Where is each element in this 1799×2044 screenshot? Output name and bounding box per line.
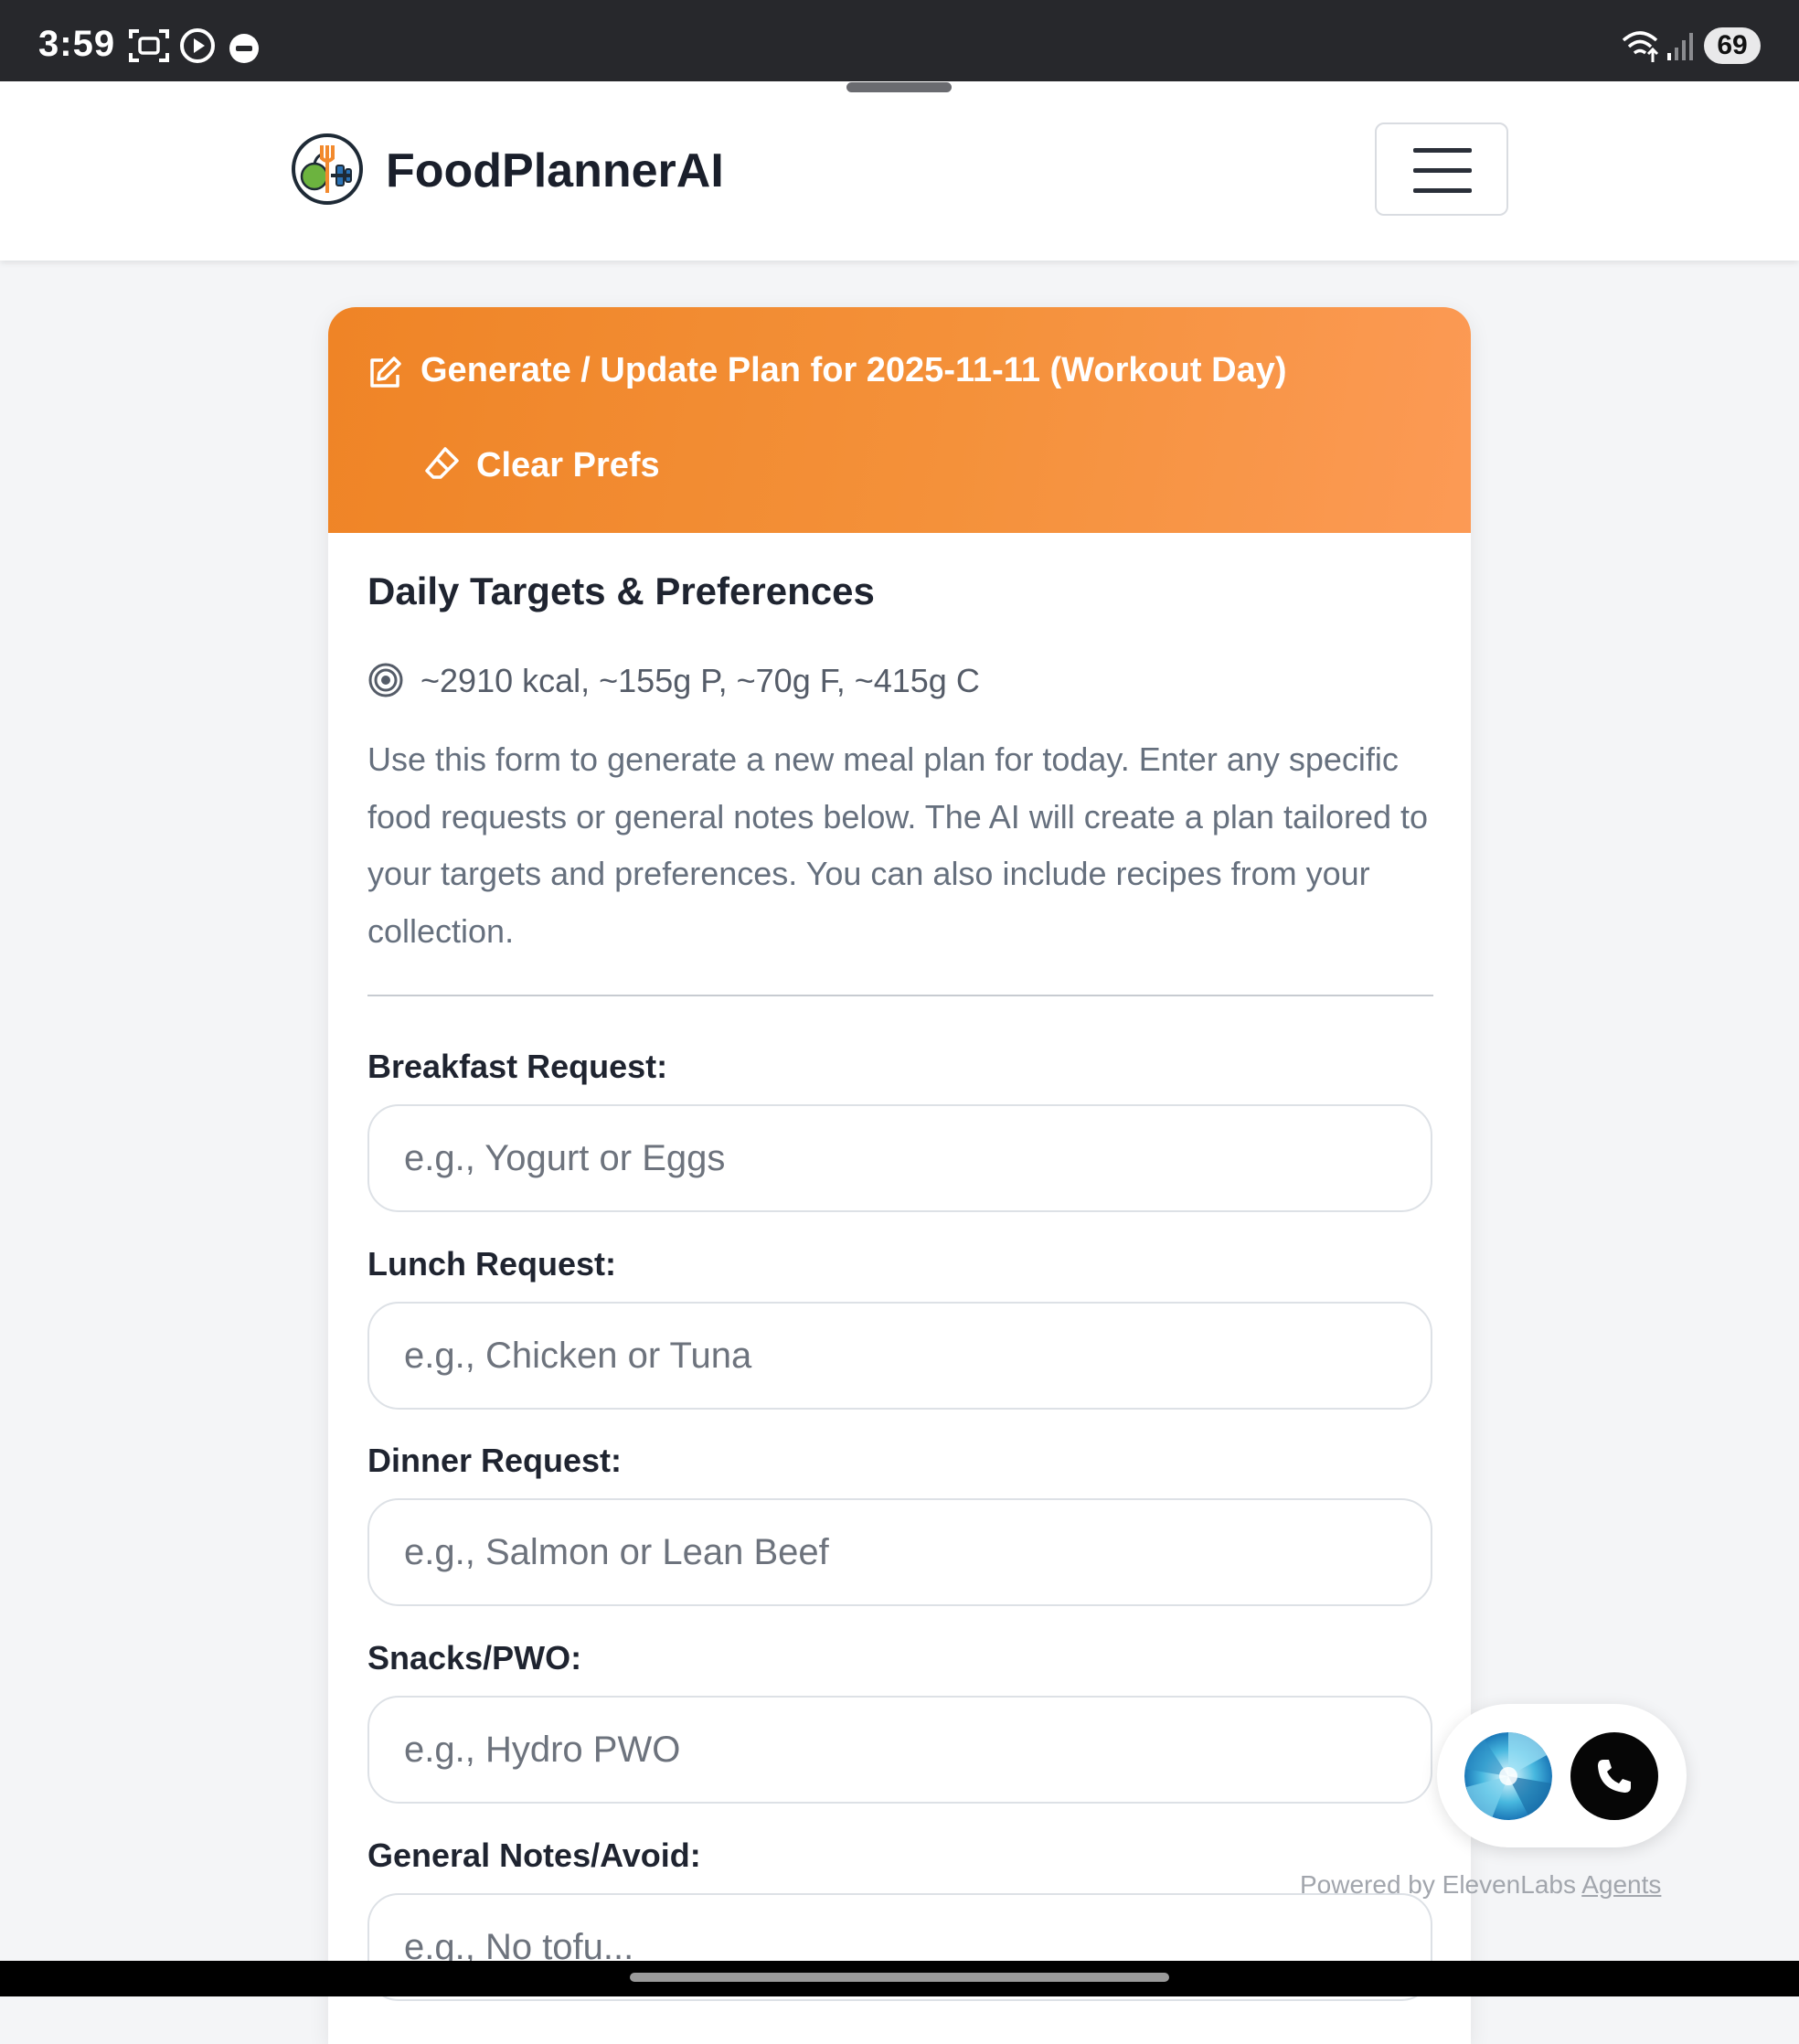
battery-level: 69 [1704,27,1761,64]
snacks-pwo-input[interactable] [367,1696,1432,1804]
form-description: Use this form to generate a new meal pla… [367,740,1429,950]
hamburger-icon [1413,148,1472,153]
phone-icon [1598,1760,1631,1793]
powered-by-prefix: Powered by ElevenLabs [1300,1870,1576,1899]
general-notes-label: General Notes/Avoid: [367,1836,701,1874]
voice-agent-widget [1437,1704,1687,1847]
breakfast-request-input[interactable] [367,1104,1432,1212]
card-header: Generate / Update Plan for 2025-11-11 (W… [328,307,1471,533]
lunch-request-input[interactable] [367,1302,1432,1410]
targets-text: ~2910 kcal, ~155g P, ~70g F, ~415g C [420,662,980,699]
call-button[interactable] [1570,1732,1658,1820]
app-header: FoodPlannerAI [0,81,1799,261]
breakfast-label: Breakfast Request: [367,1048,668,1085]
clear-prefs-label: Clear Prefs [476,446,660,484]
lunch-label: Lunch Request: [367,1245,617,1283]
clock: 3:59 [38,24,116,64]
media-play-icon [180,28,215,63]
home-gesture-pill[interactable] [630,1973,1169,1982]
divider [367,995,1433,996]
brand-name[interactable]: FoodPlannerAI [386,144,724,198]
edit-icon [370,357,401,388]
target-icon [368,663,403,697]
snacks-label: Snacks/PWO: [367,1639,582,1677]
system-nav-bar [0,1961,1799,1996]
wifi-icon [1622,31,1659,62]
section-title: Daily Targets & Preferences [367,570,875,612]
agents-link[interactable]: Agents [1581,1870,1661,1899]
app-logo[interactable] [291,133,364,206]
drag-handle[interactable] [846,82,952,92]
wear-icon [229,34,259,63]
status-bar: 3:59 69 [0,0,1799,81]
dinner-request-input[interactable] [367,1498,1432,1606]
eraser-icon [425,447,459,479]
agent-orb-icon[interactable] [1464,1732,1552,1820]
plan-form-card: Generate / Update Plan for 2025-11-11 (W… [328,307,1471,2044]
signal-icon [1667,33,1693,60]
menu-button[interactable] [1375,122,1508,216]
powered-by-text: Powered by ElevenLabs Agents [1300,1870,1661,1900]
dinner-label: Dinner Request: [367,1442,623,1479]
card-title: Generate / Update Plan for 2025-11-11 (W… [420,351,1287,389]
screenshot-icon [129,29,169,62]
